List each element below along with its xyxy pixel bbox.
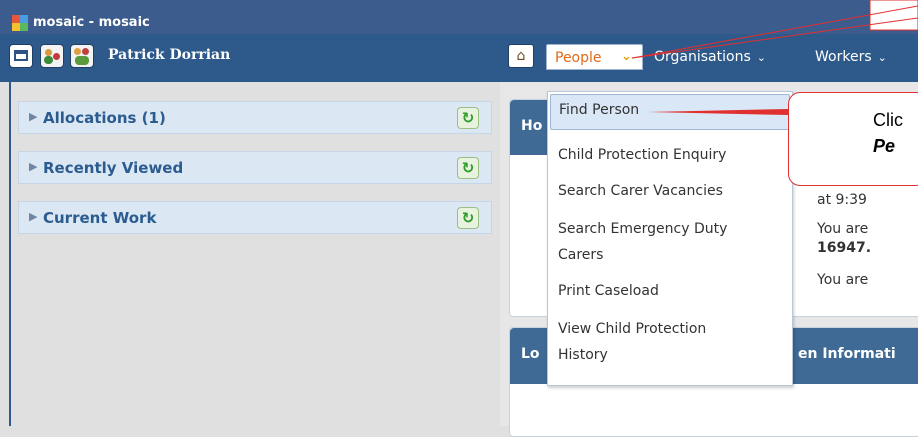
menu-item-view-child-protection-history[interactable]: History	[548, 344, 792, 367]
expand-arrow-icon: ▶	[29, 110, 38, 123]
find-person-callout	[788, 92, 918, 186]
menu-item-search-carer-vacancies[interactable]: Search Carer Vacancies	[548, 180, 792, 203]
menu-item-child-protection-enquiry[interactable]: Child Protection Enquiry	[548, 144, 792, 167]
organisations-menu-label: Organisations	[654, 49, 751, 65]
window-icon[interactable]	[9, 44, 33, 68]
people-menu[interactable]: People ⌄	[546, 44, 643, 70]
menu-item-view-child-protection[interactable]: View Child Protection	[548, 318, 792, 341]
home-text-line: You are	[817, 272, 869, 288]
refresh-icon[interactable]: ↻	[457, 157, 479, 179]
menu-item-find-person[interactable]: Find Person	[550, 94, 790, 130]
chevron-down-icon: ⌄	[756, 51, 766, 64]
home-text-line: at 9:39	[817, 192, 867, 208]
panel-label: Current Work	[43, 209, 157, 227]
refresh-icon[interactable]: ↻	[457, 207, 479, 229]
expand-arrow-icon: ▶	[29, 160, 38, 173]
panel-label: Recently Viewed	[43, 159, 184, 177]
people-dropdown-menu: Find Person Child Protection Enquiry Sea…	[547, 91, 793, 386]
sidebar-divider	[9, 82, 11, 426]
people-search-icon[interactable]	[40, 44, 64, 68]
chevron-down-icon: ⌄	[621, 49, 632, 64]
home-text-line: 16947.	[817, 240, 872, 256]
panel-current-work[interactable]: ▶ Current Work ↻	[18, 201, 492, 234]
expand-arrow-icon: ▶	[29, 210, 38, 223]
login-panel-title-tail: en Informati	[798, 346, 896, 362]
people-menu-label: People	[555, 50, 602, 66]
workers-menu-label: Workers	[815, 49, 872, 65]
panel-allocations[interactable]: ▶ Allocations (1) ↻	[18, 101, 492, 134]
home-text-line: You are	[817, 221, 869, 237]
people-group-icon[interactable]	[70, 44, 94, 68]
panel-label: Allocations (1)	[43, 109, 166, 127]
refresh-icon[interactable]: ↻	[457, 107, 479, 129]
callout-text-line2: Pe	[873, 136, 896, 156]
mosaic-logo-icon	[12, 15, 28, 31]
panel-recently-viewed[interactable]: ▶ Recently Viewed ↻	[18, 151, 492, 184]
callout-text-line1: Clic	[873, 110, 903, 130]
menu-item-print-caseload[interactable]: Print Caseload	[548, 280, 792, 303]
home-icon[interactable]: ⌂	[508, 44, 534, 68]
title-bar: mosaic - mosaic	[0, 0, 918, 34]
chevron-down-icon: ⌄	[877, 51, 887, 64]
workers-menu[interactable]: Workers ⌄	[815, 49, 887, 65]
menu-item-search-emergency-duty-carers[interactable]: Carers	[548, 244, 792, 267]
organisations-menu[interactable]: Organisations ⌄	[654, 49, 766, 65]
top-toolbar: Patrick Dorrian ⌂ People ⌄ Organisations…	[0, 34, 918, 82]
menu-item-search-emergency-duty[interactable]: Search Emergency Duty	[548, 218, 792, 241]
home-panel-title: Ho	[521, 118, 543, 134]
login-panel-title: Lo	[521, 346, 540, 362]
window-title: mosaic - mosaic	[33, 15, 150, 30]
user-name: Patrick Dorrian	[108, 47, 231, 63]
